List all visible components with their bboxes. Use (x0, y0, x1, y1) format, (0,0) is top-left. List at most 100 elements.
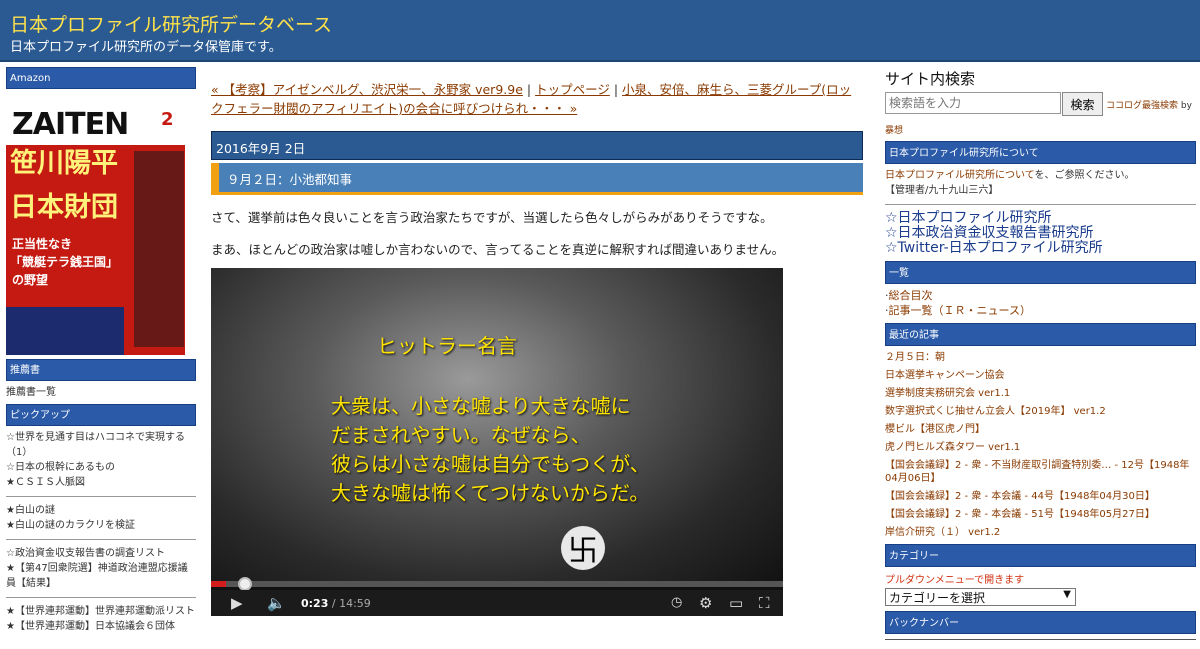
search-input[interactable] (885, 92, 1061, 114)
video-caption-line: だまされやすい。なぜなら、 (331, 423, 591, 447)
backnumber-calendar[interactable] (885, 639, 1196, 649)
recent-post-link[interactable]: ２月５日：朝 (885, 351, 1196, 364)
site-title[interactable]: 日本プロファイル研究所データベース (10, 10, 332, 37)
video-caption-title: ヒットラー名言 (377, 334, 517, 358)
divider (6, 597, 196, 598)
date-header: 2016年9月 2日 (211, 131, 863, 160)
recent-post-link[interactable]: 【国会会議録】2 - 衆 - 不当財産取引調査特別委… - 12号【1948年0… (885, 459, 1196, 485)
watch-later-icon[interactable]: ◷ (671, 594, 682, 612)
about-heading: 日本プロファイル研究所について (885, 141, 1196, 164)
book-subhead-1: 正当性なき (12, 237, 73, 251)
video-player[interactable]: ヒットラー名言 大衆は、小さな嘘より大きな嘘に だまされやすい。なぜなら、 彼ら… (211, 268, 783, 616)
book-headline-1: 笹川陽平 (10, 148, 118, 179)
site-description: 日本プロファイル研究所のデータ保管庫です。 (10, 40, 282, 55)
recent-post-link[interactable]: 【国会会議録】2 - 衆 - 本会議 - 44号【1948年04月30日】 (885, 490, 1196, 503)
recommend-list-link[interactable]: 推薦書一覧 (6, 387, 56, 398)
amazon-heading: Amazon (6, 67, 196, 89)
video-current-time: 0:23 (301, 597, 329, 610)
video-caption-line: 大衆は、小さな嘘より大きな嘘に (331, 394, 631, 418)
pickup-link[interactable]: ★【世界連邦運動】世界連邦運動派リスト (6, 606, 195, 617)
category-dropdown[interactable]: カテゴリーを選択 ▼ (885, 588, 1076, 606)
backnumber-heading: バックナンバー (885, 611, 1196, 634)
powered-search-link[interactable]: ココログ最強検索 (1106, 101, 1178, 111)
video-progress-fill (211, 581, 226, 587)
pickup-link[interactable]: ★【世界連邦運動】日本協議会６団体 (6, 621, 175, 632)
prev-entry-link[interactable]: « 【考察】アイゼンベルグ、渋沢栄一、永野家 ver9.9e (211, 82, 523, 97)
pickup-link[interactable]: ★ＣＳＩＳ人脈図 (6, 477, 85, 488)
powered-by-text: by (1178, 101, 1192, 111)
about-link[interactable]: 日本プロファイル研究所について (885, 170, 1035, 181)
title-divider (211, 192, 863, 195)
play-icon[interactable]: ▶ (231, 594, 243, 612)
book-issue: 2 (161, 109, 174, 130)
recent-post-link[interactable]: 岸信介研究（１） ver1.2 (885, 526, 1196, 539)
featured-link[interactable]: ☆Twitter-日本プロファイル研究所 (885, 241, 1196, 256)
chevron-down-icon: ▼ (1063, 589, 1071, 600)
video-caption-line: 大きな嘘は怖くてつけないからだ。 (331, 481, 650, 505)
entry-paragraph-2: まあ、ほとんどの政治家は嘘しか言わないので、言ってることを真逆に解釈すれば間違い… (211, 242, 785, 257)
book-subhead-2: 「競艇テラ銭王国」 (10, 255, 119, 269)
video-controls: ▶ 🔈 0:23 / 14:59 ◷ ⚙ ▭ ⛶ (211, 590, 783, 616)
pickup-link[interactable]: ☆政治資金収支報告書の調査リスト (6, 548, 165, 559)
recent-post-link[interactable]: 虎ノ門ヒルズ森タワー ver1.1 (885, 441, 1196, 454)
recent-heading: 最近の記事 (885, 323, 1196, 346)
pickup-link[interactable]: ☆世界を見通す目はハココネで実現する（1） (6, 432, 185, 458)
video-caption-line: 彼らは小さな嘘は自分でもつくが、 (331, 452, 650, 476)
recent-post-link[interactable]: 数字選択式くじ抽せん立会人【2019年】 ver1.2 (885, 405, 1196, 418)
book-magazine-name: ZAITEN (12, 107, 129, 142)
category-note: プルダウンメニューで開きます (885, 575, 1025, 586)
pickup-link[interactable]: ★白山の謎のカラクリを検証 (6, 520, 135, 531)
divider (6, 496, 196, 497)
search-form: 検索 ココログ最強検索 by (885, 92, 1196, 116)
featured-link[interactable]: ☆日本プロファイル研究所 (885, 211, 1196, 226)
left-sidebar: Amazon ZAITEN 2 笹川陽平 日本財団 正当性なき 「競艇テラ銭王国… (6, 67, 196, 634)
entry-paragraph-1: さて、選挙前は色々良いことを言う政治家たちですが、当選したら色々しがらみがありそ… (211, 210, 773, 225)
index-link-articles[interactable]: 記事一覧（ＩＲ・ニュース） (889, 304, 1031, 317)
recent-post-link[interactable]: 日本選挙キャンペーン協会 (885, 369, 1196, 382)
pickup-link[interactable]: ★【第47回衆院選】神道政治連盟応援議員【結果】 (6, 563, 188, 589)
pickup-list: ☆世界を見通す目はハココネで実現する（1） ☆日本の根幹にあるもの ★ＣＳＩＳ人脈図… (6, 430, 196, 634)
search-heading: サイト内検索 (885, 70, 976, 88)
featured-links: ☆日本プロファイル研究所 ☆日本政治資金収支報告書研究所 ☆Twitter-日本… (885, 211, 1196, 256)
about-description: を、ご参照ください。 (1034, 170, 1135, 181)
index-list: ·総合目次 ·記事一覧（ＩＲ・ニュース） (885, 289, 1031, 317)
video-time-separator: / (328, 597, 340, 610)
volume-icon[interactable]: 🔈 (267, 594, 286, 612)
entry-navigation: « 【考察】アイゼンベルグ、渋沢栄一、永野家 ver9.9e | トップページ … (211, 80, 863, 118)
fullscreen-icon[interactable]: ⛶ (759, 594, 770, 612)
book-headline-2: 日本財団 (10, 192, 118, 223)
entry-title: ９月２日：小池都知事 (211, 163, 863, 192)
video-caption-body: 大衆は、小さな嘘より大きな嘘に だまされやすい。なぜなら、 彼らは小さな嘘は自分… (331, 392, 771, 508)
recent-posts: ２月５日：朝 日本選挙キャンペーン協会 選挙制度実務研究会 ver1.1 数字選択式く… (885, 351, 1196, 539)
video-scrubber-handle[interactable] (237, 577, 252, 591)
book-cover[interactable]: ZAITEN 2 笹川陽平 日本財団 正当性なき 「競艇テラ銭王国」 の野望 (6, 95, 185, 355)
index-link-contents[interactable]: 総合目次 (889, 289, 933, 302)
site-header: 日本プロファイル研究所データベース 日本プロファイル研究所のデータ保管庫です。 (0, 0, 1200, 62)
recent-post-link[interactable]: 【国会会議録】2 - 衆 - 本会議 - 51号【1948年05月27日】 (885, 508, 1196, 521)
main-content: « 【考察】アイゼンベルグ、渋沢栄一、永野家 ver9.9e | トップページ … (211, 80, 863, 259)
search-button[interactable]: 検索 (1062, 92, 1103, 116)
about-text: 日本プロファイル研究所についてを、ご参照ください。 【管理者/九十九山三六】 (885, 168, 1196, 198)
recent-post-link[interactable]: 櫻ビル【港区虎ノ門】 (885, 423, 1196, 436)
video-progress-bar[interactable] (211, 577, 783, 591)
right-sidebar: サイト内検索 検索 ココログ最強検索 by 暴想 日本プロファイル研究所について… (885, 68, 1196, 649)
pickup-link[interactable]: ☆日本の根幹にあるもの (6, 462, 115, 473)
powered-author[interactable]: 暴想 (885, 123, 1196, 136)
pickup-link[interactable]: ★白山の謎 (6, 505, 55, 516)
nav-separator: | (522, 82, 536, 97)
settings-gear-icon[interactable]: ⚙ (699, 594, 712, 612)
category-selected: カテゴリーを選択 (889, 591, 986, 605)
category-heading: カテゴリー (885, 544, 1196, 567)
top-page-link[interactable]: トップページ (535, 82, 610, 97)
recommend-heading: 推薦書 (6, 359, 196, 381)
search-powered-by: ココログ最強検索 by (1106, 98, 1192, 111)
divider (885, 204, 1196, 205)
list-heading: 一覧 (885, 261, 1196, 284)
featured-link[interactable]: ☆日本政治資金収支報告書研究所 (885, 226, 1196, 241)
video-time: 0:23 / 14:59 (301, 597, 371, 610)
video-duration: 14:59 (339, 597, 371, 610)
theater-mode-icon[interactable]: ▭ (729, 594, 743, 612)
recent-post-link[interactable]: 選挙制度実務研究会 ver1.1 (885, 387, 1196, 400)
armband-emblem-icon: 卐 (561, 526, 605, 570)
admin-name: 【管理者/九十九山三六】 (885, 185, 999, 196)
